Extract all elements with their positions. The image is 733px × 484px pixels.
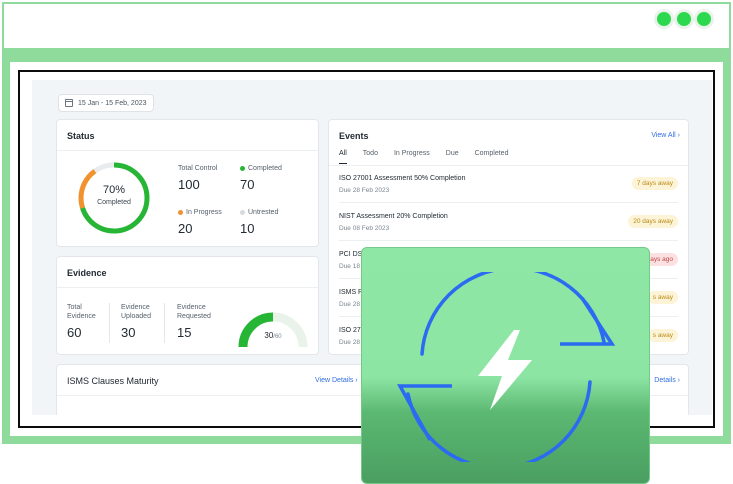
donut-percent: 70% [102, 184, 126, 196]
stat-untested: Untrested 10 [240, 209, 278, 236]
stat-label: Completed [248, 165, 282, 172]
event-badge: s away [647, 329, 678, 342]
donut-caption: Completed [97, 199, 131, 206]
evidence-gauge-chart [238, 312, 308, 348]
isms-view-details-link-right[interactable]: Details › [654, 377, 680, 384]
tab-all[interactable]: All [339, 150, 347, 164]
lightning-icon [478, 330, 532, 410]
chevron-right-icon: › [677, 132, 680, 139]
ev-value: 15 [177, 325, 192, 340]
tab-due[interactable]: Due [446, 150, 459, 164]
tab-completed[interactable]: Completed [475, 150, 509, 164]
event-title: NIST Assessment 20% Completion [339, 213, 448, 220]
event-due: Due 08 Feb 2023 [339, 225, 390, 232]
ev-label-2: Uploaded [121, 313, 151, 320]
gauge-label: 30/60 [236, 331, 310, 340]
ev-label-2: Requested [177, 313, 211, 320]
events-title: Events [339, 131, 369, 141]
stat-label: Untrested [248, 209, 279, 216]
isms-view-details-link[interactable]: View Details › [315, 377, 358, 384]
evidence-uploaded: Evidence Uploaded 30 [121, 303, 151, 340]
gauge-total: /60 [273, 334, 282, 340]
event-badge: 20 days away [628, 215, 678, 228]
ev-value: 60 [67, 325, 82, 340]
evidence-gauge: 30/60 [236, 295, 310, 351]
chevron-right-icon: › [677, 377, 680, 384]
untested-dot-icon [240, 210, 245, 215]
tab-todo[interactable]: Todo [363, 150, 378, 164]
ev-value: 30 [121, 325, 136, 340]
view-details-label: View Details [315, 377, 354, 384]
evidence-card: Evidence Total Evidence 60 Evidence Upload… [56, 256, 319, 355]
event-badge: 7 days away [631, 177, 678, 190]
event-row[interactable]: NIST Assessment 20% Completion Due 08 Fe… [339, 204, 678, 241]
stat-completed: Completed 70 [240, 165, 282, 192]
donut-center: 70% Completed [76, 184, 152, 206]
status-donut: 70% Completed [76, 160, 152, 236]
stat-value: 100 [178, 177, 200, 192]
view-all-label: View All [651, 132, 676, 139]
ev-separator [109, 303, 110, 343]
status-divider [57, 150, 318, 151]
gauge-value: 30 [264, 331, 274, 340]
ev-label-2: Evidence [67, 313, 96, 320]
stat-label: Total Control [178, 165, 218, 172]
completed-dot-icon [240, 166, 245, 171]
stat-in-progress: In Progress 20 [178, 209, 222, 236]
event-title: ISO 27001 Assessment 50% Completion [339, 175, 466, 182]
calendar-icon [65, 99, 73, 107]
stat-label: In Progress [186, 209, 222, 216]
events-tabs: All Todo In Progress Due Completed [339, 150, 508, 164]
evidence-requested: Evidence Requested 15 [177, 303, 211, 340]
date-range-label: 15 Jan - 15 Feb, 2023 [78, 99, 147, 107]
stat-total-control: Total Control 100 [178, 165, 217, 192]
stat-value: 10 [240, 221, 255, 236]
window-dot-2[interactable] [677, 12, 691, 26]
chevron-right-icon: › [355, 377, 358, 384]
evidence-total: Total Evidence 60 [67, 303, 96, 340]
ev-label-1: Total [67, 304, 82, 311]
evidence-title: Evidence [67, 268, 107, 278]
in-progress-dot-icon [178, 210, 183, 215]
event-due: Due 28 Feb 2023 [339, 187, 390, 194]
view-details-label: Details [654, 377, 676, 384]
status-title: Status [67, 131, 95, 141]
stat-value: 20 [178, 221, 193, 236]
window-titlebar [2, 2, 731, 52]
evidence-divider [57, 287, 318, 288]
event-badge: s away [647, 291, 678, 304]
window-dot-1[interactable] [657, 12, 671, 26]
window-dot-3[interactable] [697, 12, 711, 26]
ev-label-1: Evidence [121, 304, 150, 311]
view-all-link[interactable]: View All › [651, 132, 680, 139]
stat-value: 70 [240, 177, 255, 192]
event-row[interactable]: ISO 27001 Assessment 50% Completion Due … [339, 166, 678, 203]
ev-label-1: Evidence [177, 304, 206, 311]
isms-title: ISMS Clauses Maturity [67, 376, 159, 386]
ev-separator [164, 303, 165, 343]
window-controls [657, 12, 711, 26]
sync-icon [397, 272, 616, 462]
date-range-picker[interactable]: 15 Jan - 15 Feb, 2023 [58, 94, 154, 112]
status-card: Status 70% Completed Total Control 100 C… [56, 119, 319, 247]
tab-in-progress[interactable]: In Progress [394, 150, 430, 164]
